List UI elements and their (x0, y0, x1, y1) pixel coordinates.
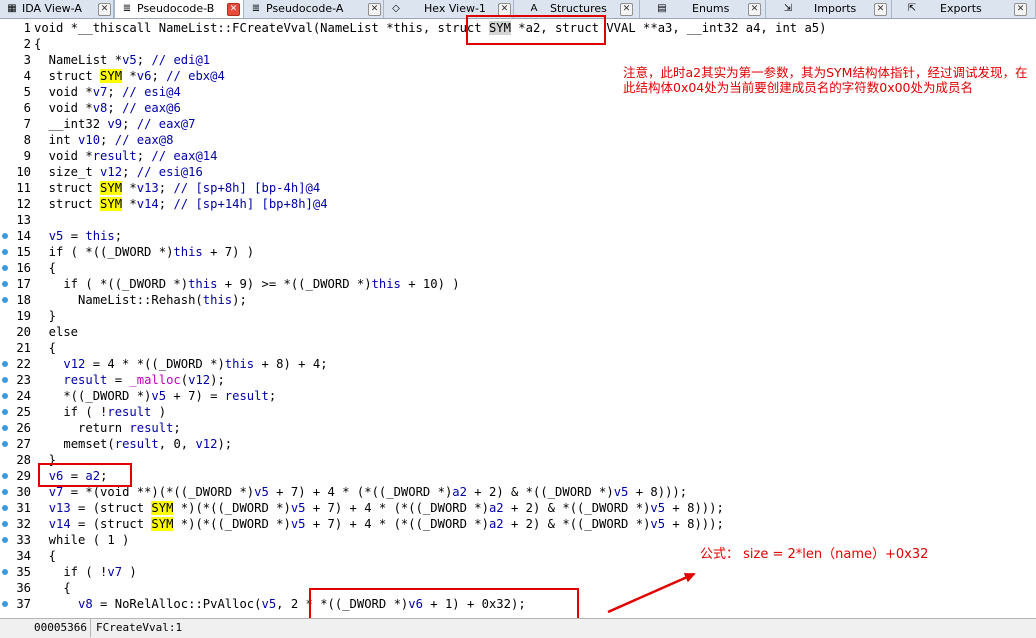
status-address: 00005366 (0, 619, 91, 637)
status-bar: 00005366 FCreateVval:1 (0, 618, 1036, 638)
status-location: FCreateVval:1 (96, 621, 183, 634)
annotation-arrow (607, 572, 696, 614)
